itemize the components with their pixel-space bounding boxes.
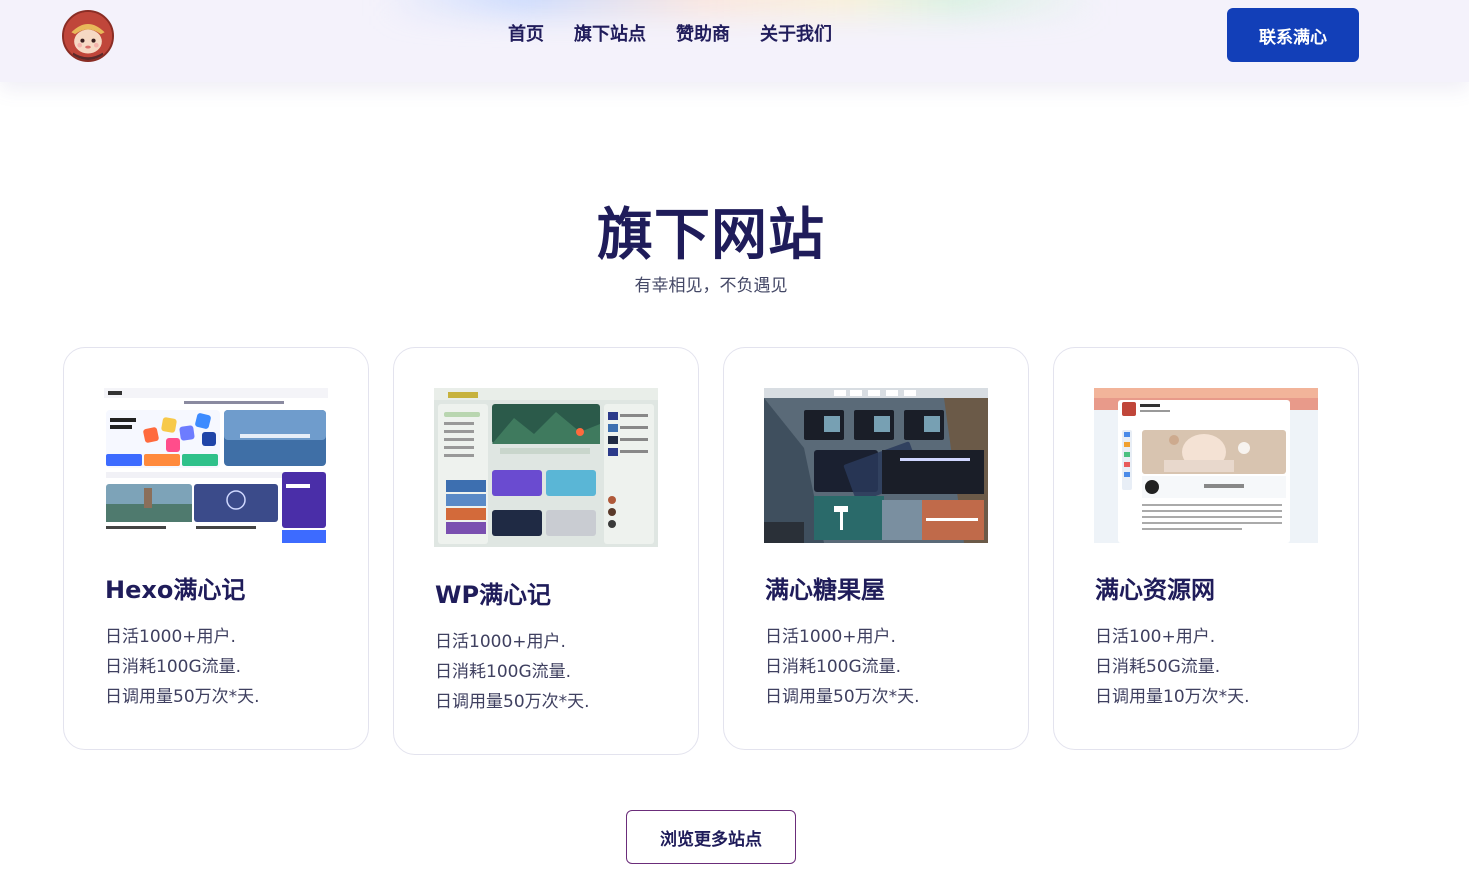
section-subtitle: 有幸相见，不负遇见 bbox=[634, 276, 788, 296]
nav-about[interactable]: 关于我们 bbox=[760, 22, 832, 48]
main-nav: 首页 旗下站点 赞助商 关于我们 bbox=[508, 22, 832, 48]
nav-sites[interactable]: 旗下站点 bbox=[574, 22, 646, 48]
site-header: 首页 旗下站点 赞助商 关于我们 联系满心 bbox=[0, 0, 1469, 82]
site-name: WP满心记 bbox=[435, 581, 552, 609]
site-stat-calls: 日调用量10万次*天. bbox=[1095, 687, 1250, 707]
site-name: Hexo满心记 bbox=[105, 576, 246, 604]
site-stat-users: 日活100+用户. bbox=[1095, 627, 1216, 647]
site-card-resources[interactable]: 满心资源网 日活100+用户. 日消耗50G流量. 日调用量10万次*天. bbox=[1053, 347, 1359, 750]
site-stat-traffic: 日消耗100G流量. bbox=[105, 657, 242, 677]
site-logo[interactable] bbox=[62, 10, 114, 62]
header-glow bbox=[380, 0, 1100, 16]
site-card-hexo[interactable]: Hexo满心记 日活1000+用户. 日消耗100G流量. 日调用量50万次*天… bbox=[63, 347, 369, 750]
avatar-icon bbox=[64, 12, 112, 60]
section-title: 旗下网站 bbox=[597, 203, 825, 268]
site-card-candy[interactable]: 满心糖果屋 日活1000+用户. 日消耗100G流量. 日调用量50万次*天. bbox=[723, 347, 1029, 750]
site-stat-users: 日活1000+用户. bbox=[105, 627, 236, 647]
site-stat-users: 日活1000+用户. bbox=[435, 632, 566, 652]
site-stat-calls: 日调用量50万次*天. bbox=[105, 687, 260, 707]
site-name: 满心资源网 bbox=[1095, 576, 1215, 604]
site-name: 满心糖果屋 bbox=[765, 576, 885, 604]
nav-sponsors[interactable]: 赞助商 bbox=[676, 22, 730, 48]
site-stat-traffic: 日消耗100G流量. bbox=[765, 657, 902, 677]
site-stat-calls: 日调用量50万次*天. bbox=[765, 687, 920, 707]
site-stat-traffic: 日消耗100G流量. bbox=[435, 662, 572, 682]
site-stat-traffic: 日消耗50G流量. bbox=[1095, 657, 1221, 677]
site-card-wp[interactable]: WP满心记 日活1000+用户. 日消耗100G流量. 日调用量50万次*天. bbox=[393, 347, 699, 755]
site-stat-users: 日活1000+用户. bbox=[765, 627, 896, 647]
contact-button[interactable]: 联系满心 bbox=[1227, 8, 1359, 62]
nav-home[interactable]: 首页 bbox=[508, 22, 544, 48]
site-screenshot-resources bbox=[1094, 388, 1318, 543]
browse-more-button[interactable]: 浏览更多站点 bbox=[626, 810, 796, 864]
site-screenshot-candy bbox=[764, 388, 988, 543]
site-screenshot-wp bbox=[434, 388, 658, 547]
site-stat-calls: 日调用量50万次*天. bbox=[435, 692, 590, 712]
site-screenshot-hexo bbox=[104, 388, 328, 543]
